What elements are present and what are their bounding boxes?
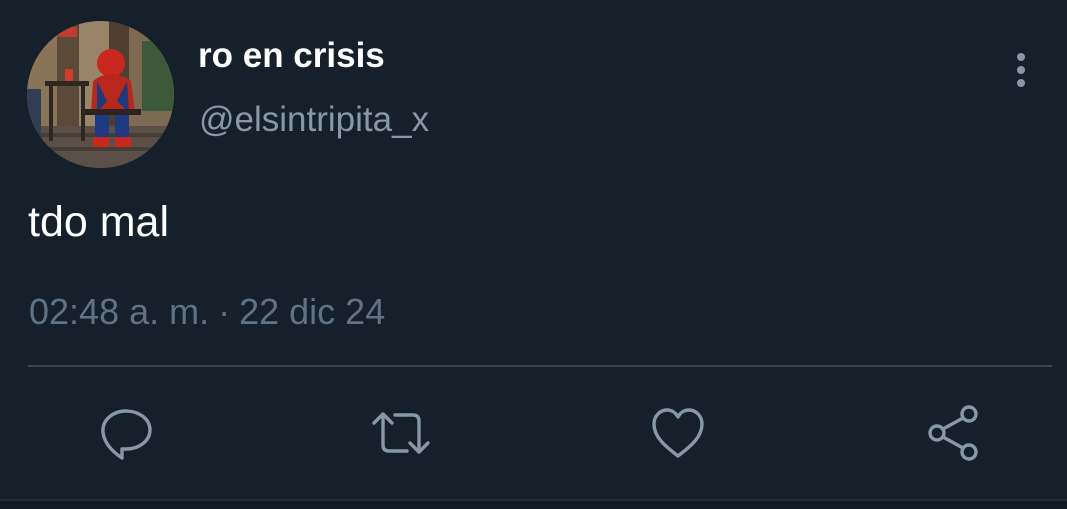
more-options-button[interactable] — [1003, 47, 1039, 95]
avatar[interactable] — [27, 21, 174, 168]
avatar-photo — [27, 21, 174, 168]
tweet-card: ro en crisis @elsintripita_x tdo mal 02:… — [0, 0, 1067, 509]
retweet-icon — [372, 412, 430, 454]
retweet-button[interactable] — [371, 404, 431, 464]
display-name[interactable]: ro en crisis — [198, 36, 385, 76]
like-button[interactable] — [649, 404, 709, 464]
tweet-timestamp: 02:48 a. m. · 22 dic 24 — [29, 290, 385, 334]
heart-icon — [652, 408, 704, 458]
user-handle[interactable]: @elsintripita_x — [199, 99, 429, 141]
share-icon — [928, 405, 978, 461]
more-vertical-icon — [1017, 53, 1025, 87]
reply-icon — [101, 409, 152, 460]
reply-button[interactable] — [96, 404, 156, 464]
tweet-text: tdo mal — [28, 198, 170, 246]
bottom-divider — [0, 499, 1067, 509]
tweet-date: 22 dic 24 — [239, 291, 386, 332]
share-button[interactable] — [924, 404, 984, 464]
divider — [28, 365, 1052, 367]
timestamp-separator: · — [218, 291, 231, 332]
tweet-time: 02:48 a. m. — [29, 291, 210, 332]
